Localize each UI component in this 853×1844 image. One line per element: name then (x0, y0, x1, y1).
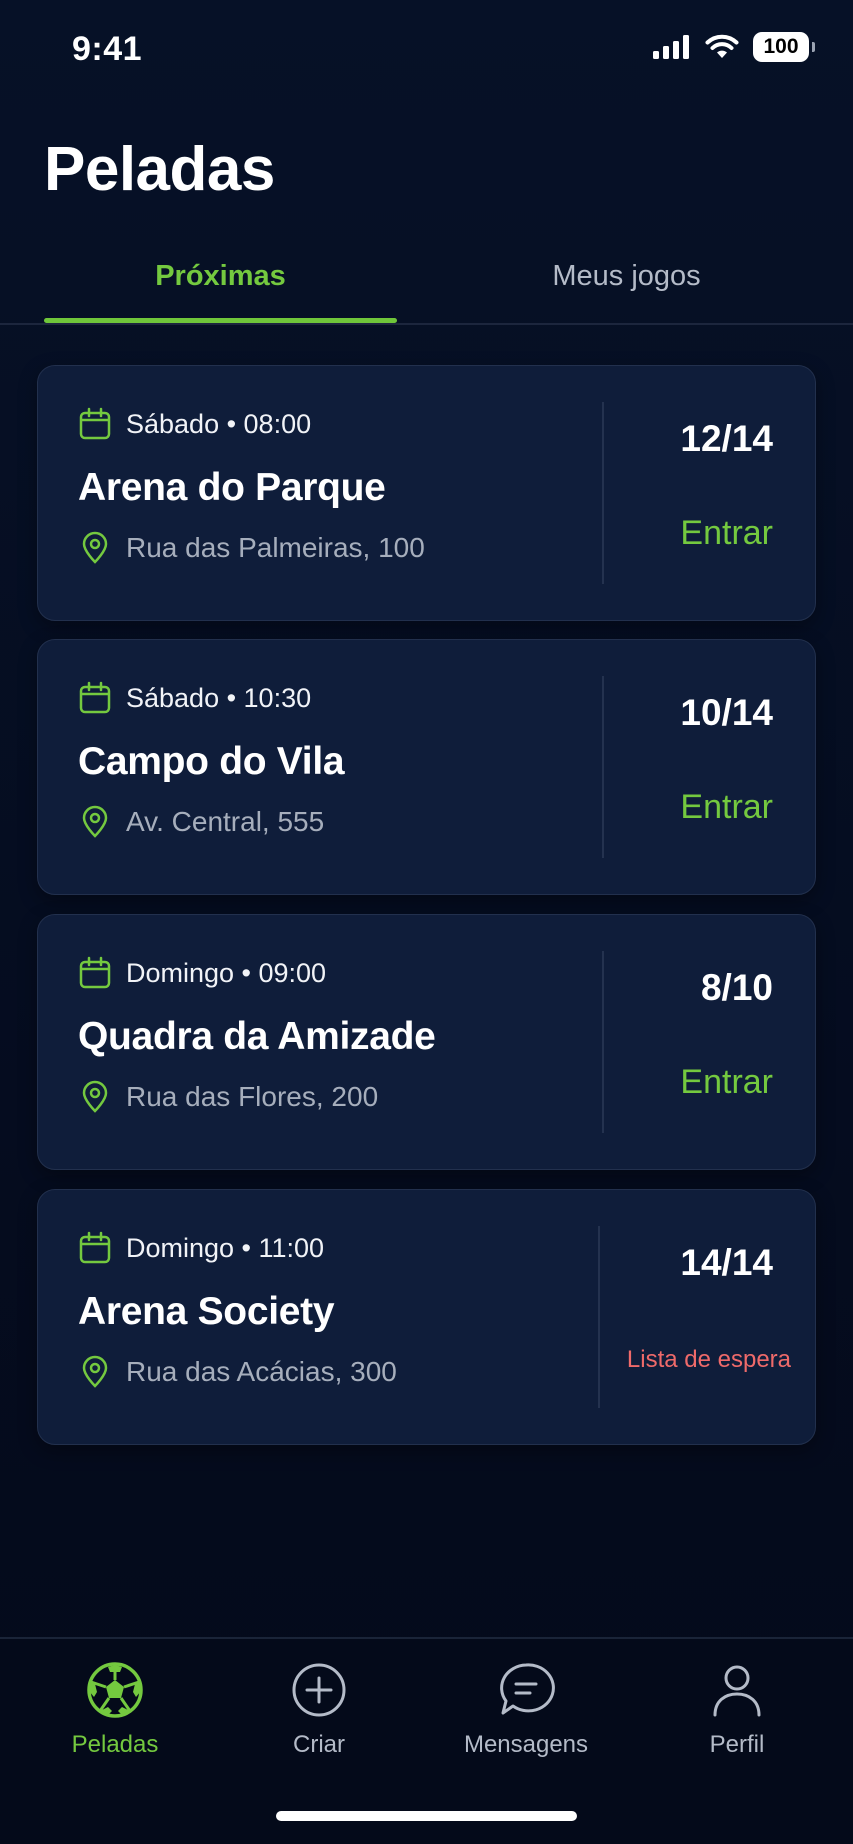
game-address: Av. Central, 555 (78, 804, 324, 840)
game-address: Rua das Palmeiras, 100 (78, 530, 425, 566)
home-indicator[interactable] (276, 1811, 577, 1821)
calendar-icon (79, 956, 111, 989)
card-divider (602, 951, 604, 1133)
soccer-ball-icon (87, 1662, 143, 1718)
game-player-count: 14/14 (680, 1242, 773, 1283)
nav-item-perfil[interactable]: Perfil (647, 1661, 827, 1781)
game-address-text: Rua das Flores, 200 (126, 1081, 379, 1112)
game-when: Sábado • 08:00 (78, 406, 311, 442)
game-address-text: Rua das Palmeiras, 100 (126, 532, 425, 563)
tab-meus-jogos[interactable]: Meus jogos (450, 250, 803, 325)
location-pin-icon (82, 1355, 108, 1388)
chat-icon (500, 1663, 555, 1715)
game-card[interactable]: Sábado • 08:00 Arena do Parque Rua das P… (37, 365, 816, 621)
game-card[interactable]: Sábado • 10:30 Campo do Vila Av. Central… (37, 639, 816, 895)
card-divider (598, 1226, 600, 1408)
nav-label: Perfil (709, 1731, 765, 1758)
game-when: Domingo • 11:00 (78, 1230, 324, 1266)
game-venue-name: Quadra da Amizade (78, 1015, 436, 1058)
plus-circle-icon (292, 1663, 346, 1717)
status-icons: 100 (653, 32, 815, 62)
card-divider (602, 676, 604, 858)
game-datetime: Domingo • 09:00 (126, 957, 327, 988)
game-player-count: 10/14 (680, 692, 773, 733)
calendar-icon (79, 407, 111, 440)
wifi-icon (705, 34, 739, 58)
signal-icon (653, 35, 689, 59)
nav-label: Criar (293, 1731, 345, 1758)
status-bar: 9:41 100 (0, 0, 853, 100)
nav-label: Mensagens (463, 1731, 589, 1758)
game-address-text: Rua das Acácias, 300 (126, 1356, 397, 1387)
status-time: 9:41 (72, 30, 143, 68)
game-venue-name: Arena do Parque (78, 466, 386, 509)
game-card[interactable]: Domingo • 11:00 Arena Society Rua das Ac… (37, 1189, 816, 1445)
game-venue-name: Campo do Vila (78, 740, 345, 783)
calendar-icon (79, 1231, 111, 1264)
battery-indicator: 100 (753, 32, 815, 62)
game-venue-name: Arena Society (78, 1290, 335, 1333)
nav-label: Peladas (71, 1731, 159, 1758)
nav-item-mensagens[interactable]: Mensagens (436, 1661, 616, 1781)
game-when: Sábado • 10:30 (78, 680, 311, 716)
waitlist-button[interactable]: Lista de espera (627, 1346, 791, 1374)
game-datetime: Domingo • 11:00 (126, 1232, 325, 1263)
join-button[interactable]: Entrar (680, 788, 773, 827)
nav-item-peladas[interactable]: Peladas (25, 1661, 205, 1781)
tab-proximas[interactable]: Próximas (44, 250, 397, 325)
tab-bar: Próximas Meus jogos (0, 250, 853, 325)
page-title: Peladas (44, 135, 275, 204)
join-button[interactable]: Entrar (680, 514, 773, 553)
game-card[interactable]: Domingo • 09:00 Quadra da Amizade Rua da… (37, 914, 816, 1170)
game-address: Rua das Acácias, 300 (78, 1354, 397, 1390)
game-address: Rua das Flores, 200 (78, 1079, 378, 1115)
screen: 9:41 100 Peladas Próximas Meus jogos Sáb… (0, 0, 853, 1844)
game-player-count: 12/14 (680, 418, 773, 459)
game-datetime: Sábado • 08:00 (126, 408, 312, 439)
game-player-count: 8/10 (700, 967, 773, 1008)
game-datetime: Sábado • 10:30 (126, 682, 312, 713)
location-pin-icon (82, 805, 108, 838)
location-pin-icon (82, 1080, 108, 1113)
join-button[interactable]: Entrar (680, 1063, 773, 1102)
card-divider (602, 402, 604, 584)
user-icon (713, 1665, 761, 1717)
nav-item-criar[interactable]: Criar (229, 1661, 409, 1781)
game-address-text: Av. Central, 555 (126, 806, 325, 837)
tab-active-indicator (44, 318, 397, 323)
location-pin-icon (82, 531, 108, 564)
calendar-icon (79, 681, 111, 714)
game-when: Domingo • 09:00 (78, 955, 326, 991)
